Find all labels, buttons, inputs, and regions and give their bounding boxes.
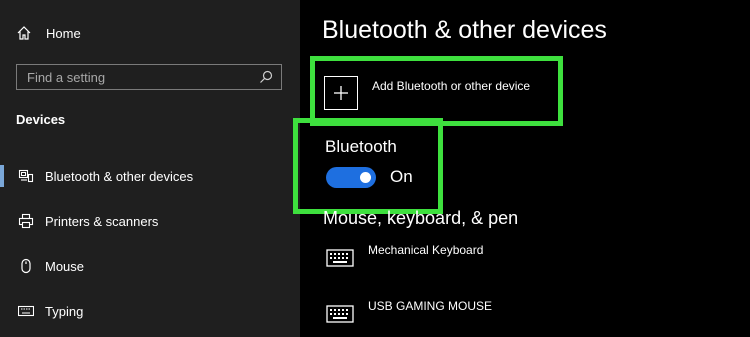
section-heading: Mouse, keyboard, & pen [323, 208, 519, 228]
bluetooth-devices-icon [17, 168, 35, 184]
search-input[interactable] [27, 69, 247, 85]
page-title: Bluetooth & other devices [322, 16, 607, 44]
sidebar-item-label: Bluetooth & other devices [45, 168, 194, 184]
sidebar-item-label: Mouse [45, 258, 85, 274]
sidebar-item-mouse[interactable]: Mouse [0, 253, 300, 279]
mouse-icon [17, 258, 35, 274]
bluetooth-toggle-state: On [390, 167, 413, 186]
device-item[interactable]: USB GAMING MOUSE [326, 299, 726, 329]
sidebar-item-typing[interactable]: Typing [0, 298, 300, 324]
home-label: Home [46, 25, 81, 41]
section-title: Devices [16, 112, 66, 127]
search-icon[interactable] [259, 70, 273, 84]
home-icon [17, 26, 31, 40]
main-panel: Bluetooth & other devices Add Bluetooth … [293, 0, 750, 337]
toggle-knob [360, 172, 371, 183]
keyboard-icon [17, 304, 35, 318]
sidebar-item-label: Typing [45, 303, 84, 319]
search-box[interactable] [16, 64, 282, 90]
bluetooth-toggle[interactable] [326, 167, 376, 188]
add-device-button[interactable] [324, 76, 358, 110]
device-item[interactable]: Mechanical Keyboard [326, 243, 726, 273]
add-device-label[interactable]: Add Bluetooth or other device [372, 79, 530, 93]
bluetooth-highlight [293, 118, 443, 214]
device-name: USB GAMING MOUSE [368, 299, 493, 313]
keyboard-icon [326, 305, 354, 323]
plus-icon [334, 86, 348, 100]
home-nav-item[interactable]: Home [16, 22, 81, 44]
bluetooth-heading: Bluetooth [325, 137, 397, 156]
keyboard-icon [326, 249, 354, 267]
sidebar-item-label: Printers & scanners [45, 213, 159, 229]
sidebar-item-printers[interactable]: Printers & scanners [0, 208, 300, 234]
sidebar-item-bluetooth[interactable]: Bluetooth & other devices [0, 163, 300, 189]
sidebar: Home Devices Bluetooth & other devices [0, 0, 300, 337]
device-name: Mechanical Keyboard [368, 243, 484, 257]
printer-icon [17, 213, 35, 229]
